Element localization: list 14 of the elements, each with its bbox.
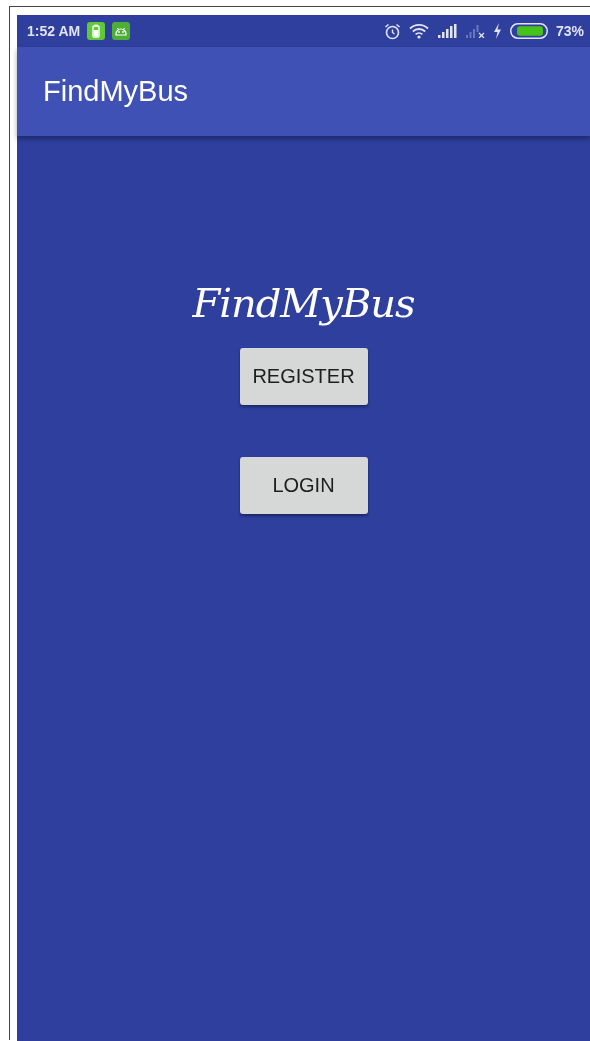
register-button[interactable]: REGISTER xyxy=(239,348,368,405)
no-signal-icon xyxy=(464,24,485,38)
battery-notification-icon xyxy=(87,22,106,40)
charging-icon xyxy=(492,23,502,39)
wifi-icon xyxy=(408,23,429,39)
battery-icon xyxy=(509,23,548,39)
battery-percent: 73% xyxy=(555,23,584,39)
alarm-icon xyxy=(383,22,401,40)
signal-icon xyxy=(436,24,457,38)
app-title: FindMyBus xyxy=(43,75,189,108)
android-notification-icon xyxy=(112,22,131,40)
status-time: 1:52 AM xyxy=(27,23,81,39)
login-button[interactable]: LOGIN xyxy=(239,457,368,514)
logo-text: FindMyBus xyxy=(192,280,415,326)
